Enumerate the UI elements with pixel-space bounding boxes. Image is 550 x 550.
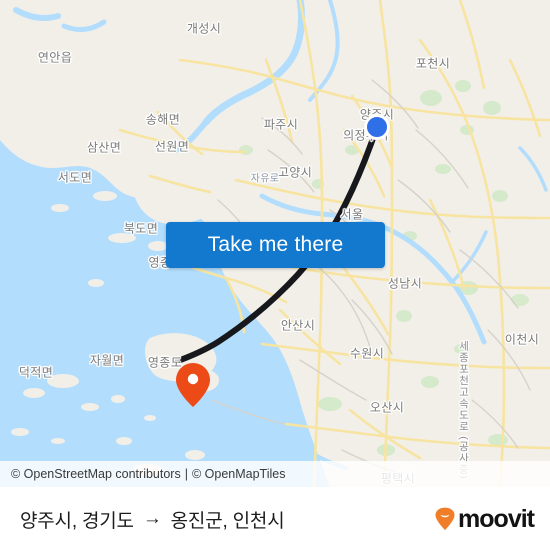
moovit-route-map-card: 개성시연안읍포천시송해면파주시양주시의정부시삼산면선원면고양시서도면자유로서울북… <box>0 0 550 550</box>
moovit-pin-icon <box>435 507 455 530</box>
take-me-there-label: Take me there <box>207 233 344 256</box>
route-title: 양주시, 경기도 → 옹진군, 인천시 <box>20 506 285 533</box>
arrow-right-icon: → <box>142 508 162 529</box>
map-pin-icon <box>176 363 210 407</box>
map-canvas[interactable]: 개성시연안읍포천시송해면파주시양주시의정부시삼산면선원면고양시서도면자유로서울북… <box>0 0 550 487</box>
openmaptiles-attribution-link[interactable]: © OpenMapTiles <box>192 467 286 481</box>
moovit-logo[interactable]: moovit <box>434 504 535 534</box>
osm-attribution-link[interactable]: © OpenStreetMap contributors <box>11 467 181 481</box>
map-attribution-bar: © OpenStreetMap contributors | © OpenMap… <box>0 461 550 487</box>
origin-point[interactable] <box>364 114 390 140</box>
footer-bar: 양주시, 경기도 → 옹진군, 인천시 moovit <box>0 487 550 550</box>
attribution-separator: | <box>184 467 188 481</box>
route-origin-label: 양주시, 경기도 <box>20 510 134 532</box>
take-me-there-button[interactable]: Take me there <box>166 222 385 268</box>
route-destination-label: 옹진군, 인천시 <box>170 510 285 532</box>
moovit-wordmark: moovit <box>458 504 535 533</box>
